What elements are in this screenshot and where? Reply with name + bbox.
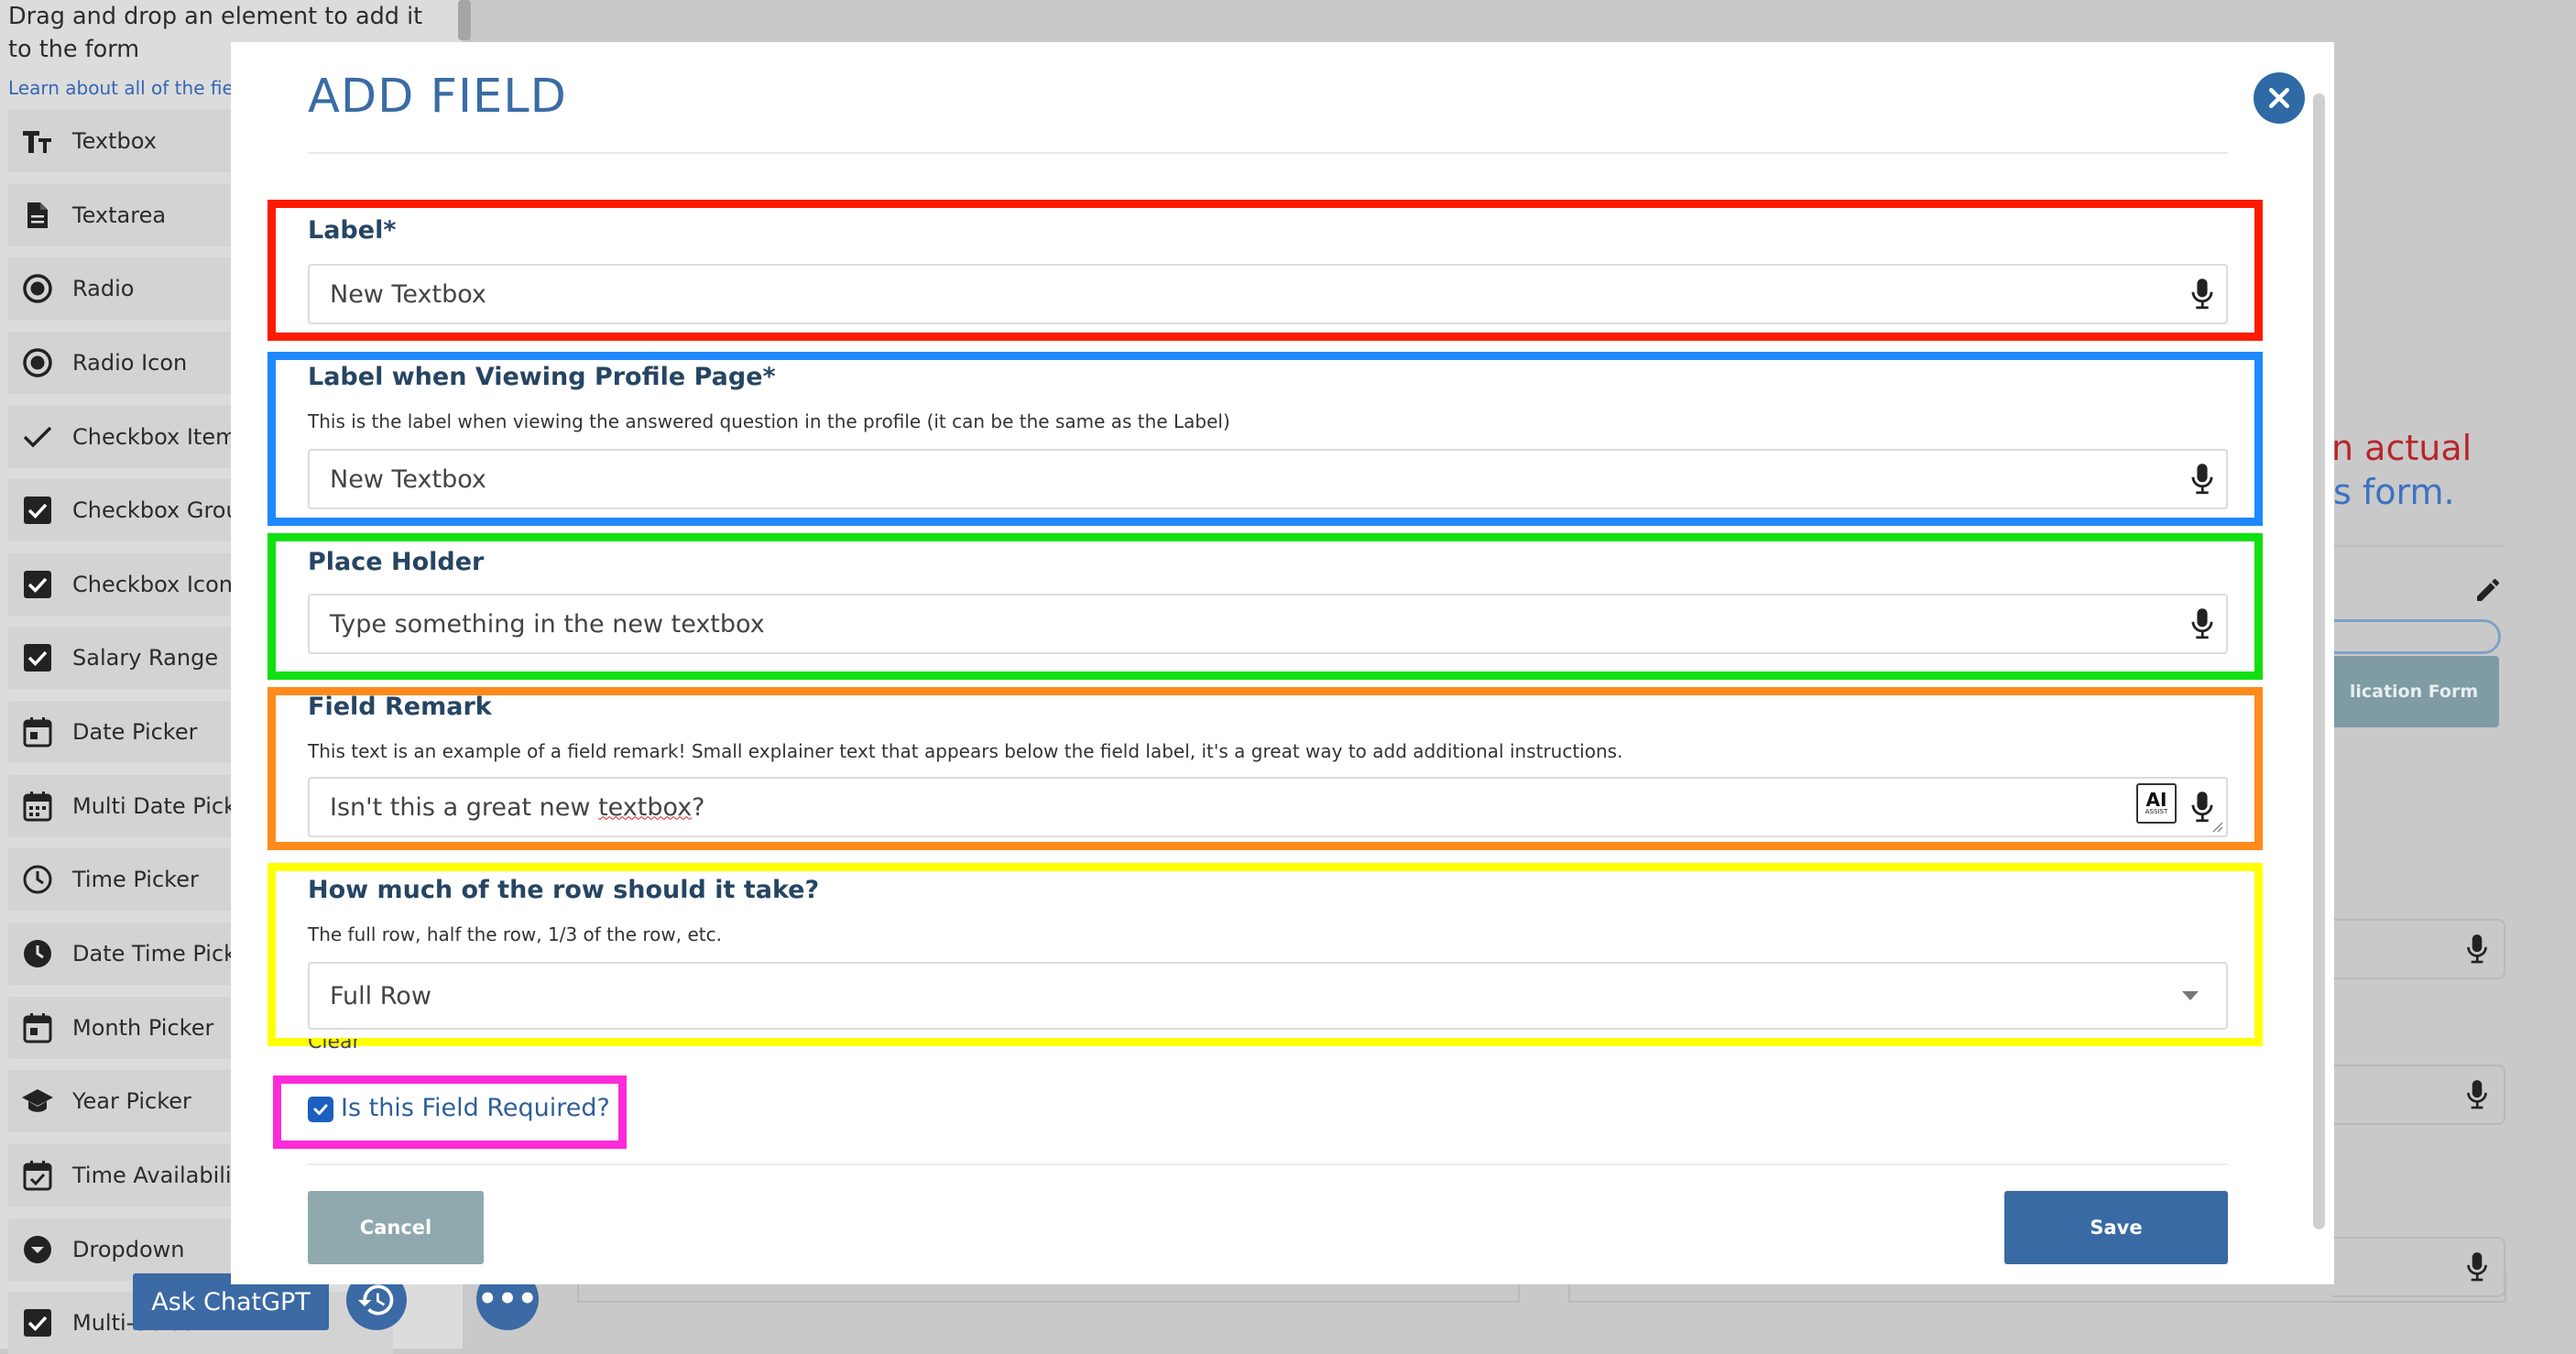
palette-item-label: Date Picker xyxy=(72,719,198,746)
radio-icon xyxy=(19,270,56,307)
close-icon xyxy=(2269,88,2289,108)
background-text-line: s form. xyxy=(2333,472,2455,512)
palette-item-label: Checkbox Icon xyxy=(72,571,234,597)
label-input[interactable]: New Textbox xyxy=(308,264,2228,324)
background-form-intro: n actual s form. xyxy=(2331,426,2472,514)
dropdown-arrow-icon[interactable] xyxy=(2182,991,2199,1000)
clock-icon xyxy=(19,861,56,898)
calendar-icon xyxy=(19,1010,56,1046)
profile-label-input-value[interactable]: New Textbox xyxy=(330,451,486,508)
remark-misspelled-word: textbox xyxy=(598,792,693,822)
microphone-icon[interactable] xyxy=(2465,1078,2489,1111)
calendar-icon xyxy=(19,714,56,750)
cancel-button[interactable]: Cancel xyxy=(308,1191,484,1264)
label-input-value[interactable]: New Textbox xyxy=(330,266,486,322)
modal-scrollbar[interactable] xyxy=(2313,93,2325,1229)
palette-item-label: Radio xyxy=(72,276,135,302)
placeholder-field-label: Place Holder xyxy=(308,548,485,576)
ai-assist-sublabel: ASSIST xyxy=(2145,807,2168,815)
history-icon xyxy=(357,1284,394,1316)
row-width-dropdown[interactable]: Full Row xyxy=(308,962,2228,1030)
label-field-label: Label* xyxy=(308,216,397,245)
profile-label-help-text: This is the label when viewing the answe… xyxy=(308,410,1230,432)
palette-item-label: Date Time Picke xyxy=(72,940,249,966)
modal-title: ADD FIELD xyxy=(308,70,567,124)
checkbox-icon xyxy=(19,566,56,603)
microphone-icon[interactable] xyxy=(2189,606,2215,641)
placeholder-input-value[interactable]: Type something in the new textbox xyxy=(330,595,765,652)
dropdown-icon xyxy=(19,1231,56,1268)
graduation-cap-icon xyxy=(19,1083,56,1119)
required-checkbox[interactable] xyxy=(308,1097,333,1122)
add-field-modal: ADD FIELD Label* New Textbox Label when … xyxy=(231,42,2334,1284)
palette-item-label: Checkbox Item xyxy=(72,423,237,450)
calendar-multi-icon xyxy=(19,788,56,824)
palette-item-label: Time Availability xyxy=(72,1162,254,1188)
profile-label-field-label: Label when Viewing Profile Page* xyxy=(308,363,776,391)
close-modal-button[interactable] xyxy=(2254,72,2305,124)
microphone-icon[interactable] xyxy=(2465,933,2489,966)
profile-label-input[interactable]: New Textbox xyxy=(308,449,2228,509)
divider xyxy=(308,152,2228,154)
edit-pencil-icon[interactable] xyxy=(2473,575,2503,608)
background-field[interactable] xyxy=(2331,919,2505,979)
checkmark-icon xyxy=(19,419,56,455)
save-button[interactable]: Save xyxy=(2004,1191,2228,1264)
remark-text-end: ? xyxy=(692,792,705,822)
radio-icon xyxy=(19,344,56,381)
palette-item-label: Dropdown xyxy=(72,1236,185,1262)
calendar-check-icon xyxy=(19,1157,56,1194)
remark-text: Isn't this a great new xyxy=(330,792,599,822)
remark-help-text: This text is an example of a field remar… xyxy=(308,740,1623,762)
palette-scrollbar[interactable] xyxy=(458,0,471,40)
background-divider xyxy=(2331,545,2505,547)
palette-item-label: Salary Range xyxy=(72,645,219,672)
background-field[interactable] xyxy=(2331,1065,2505,1125)
palette-item-label: Checkbox Grou xyxy=(72,497,240,524)
ai-assist-label: AI xyxy=(2145,788,2167,811)
palette-item-label: Year Picker xyxy=(72,1088,191,1115)
row-width-selected: Full Row xyxy=(330,981,431,1010)
palette-item-label: Time Picker xyxy=(72,867,199,893)
palette-item-label: Textbox xyxy=(72,128,157,154)
palette-item-label: Textarea xyxy=(72,202,167,228)
text-type-icon xyxy=(19,123,56,159)
remark-textarea-value[interactable]: Isn't this a great new textbox? xyxy=(330,779,705,835)
checkmark-icon xyxy=(313,1104,328,1115)
remark-textarea[interactable]: Isn't this a great new textbox? AI ASSIS… xyxy=(308,777,2228,837)
learn-fields-link[interactable]: Learn about all of the fie xyxy=(8,77,234,99)
palette-item-label: Month Picker xyxy=(72,1014,214,1041)
remark-field-label: Field Remark xyxy=(308,693,492,721)
row-width-field-label: How much of the row should it take? xyxy=(308,876,820,904)
document-icon xyxy=(19,197,56,234)
checkbox-icon xyxy=(19,1305,56,1341)
ai-assist-button[interactable]: AI ASSIST xyxy=(2136,783,2177,824)
microphone-icon[interactable] xyxy=(2189,462,2215,497)
row-width-help-text: The full row, half the row, 1/3 of the r… xyxy=(308,923,722,945)
checkbox-icon xyxy=(19,639,56,676)
required-label[interactable]: Is this Field Required? xyxy=(341,1094,610,1122)
palette-item-label: Radio Icon xyxy=(72,349,188,376)
divider xyxy=(308,1163,2228,1165)
background-input[interactable] xyxy=(2318,619,2501,654)
microphone-icon[interactable] xyxy=(2189,277,2215,311)
resize-handle-icon[interactable] xyxy=(2210,820,2223,833)
palette-item-label: Multi Date Picke xyxy=(72,792,249,819)
clear-selection-link[interactable]: Clear xyxy=(308,1039,361,1052)
background-application-form-button[interactable]: lication Form xyxy=(2329,656,2499,727)
checkbox-icon xyxy=(19,492,56,529)
clock-filled-icon xyxy=(19,935,56,972)
placeholder-input[interactable]: Type something in the new textbox xyxy=(308,594,2228,654)
background-text-line: n actual xyxy=(2331,428,2472,468)
